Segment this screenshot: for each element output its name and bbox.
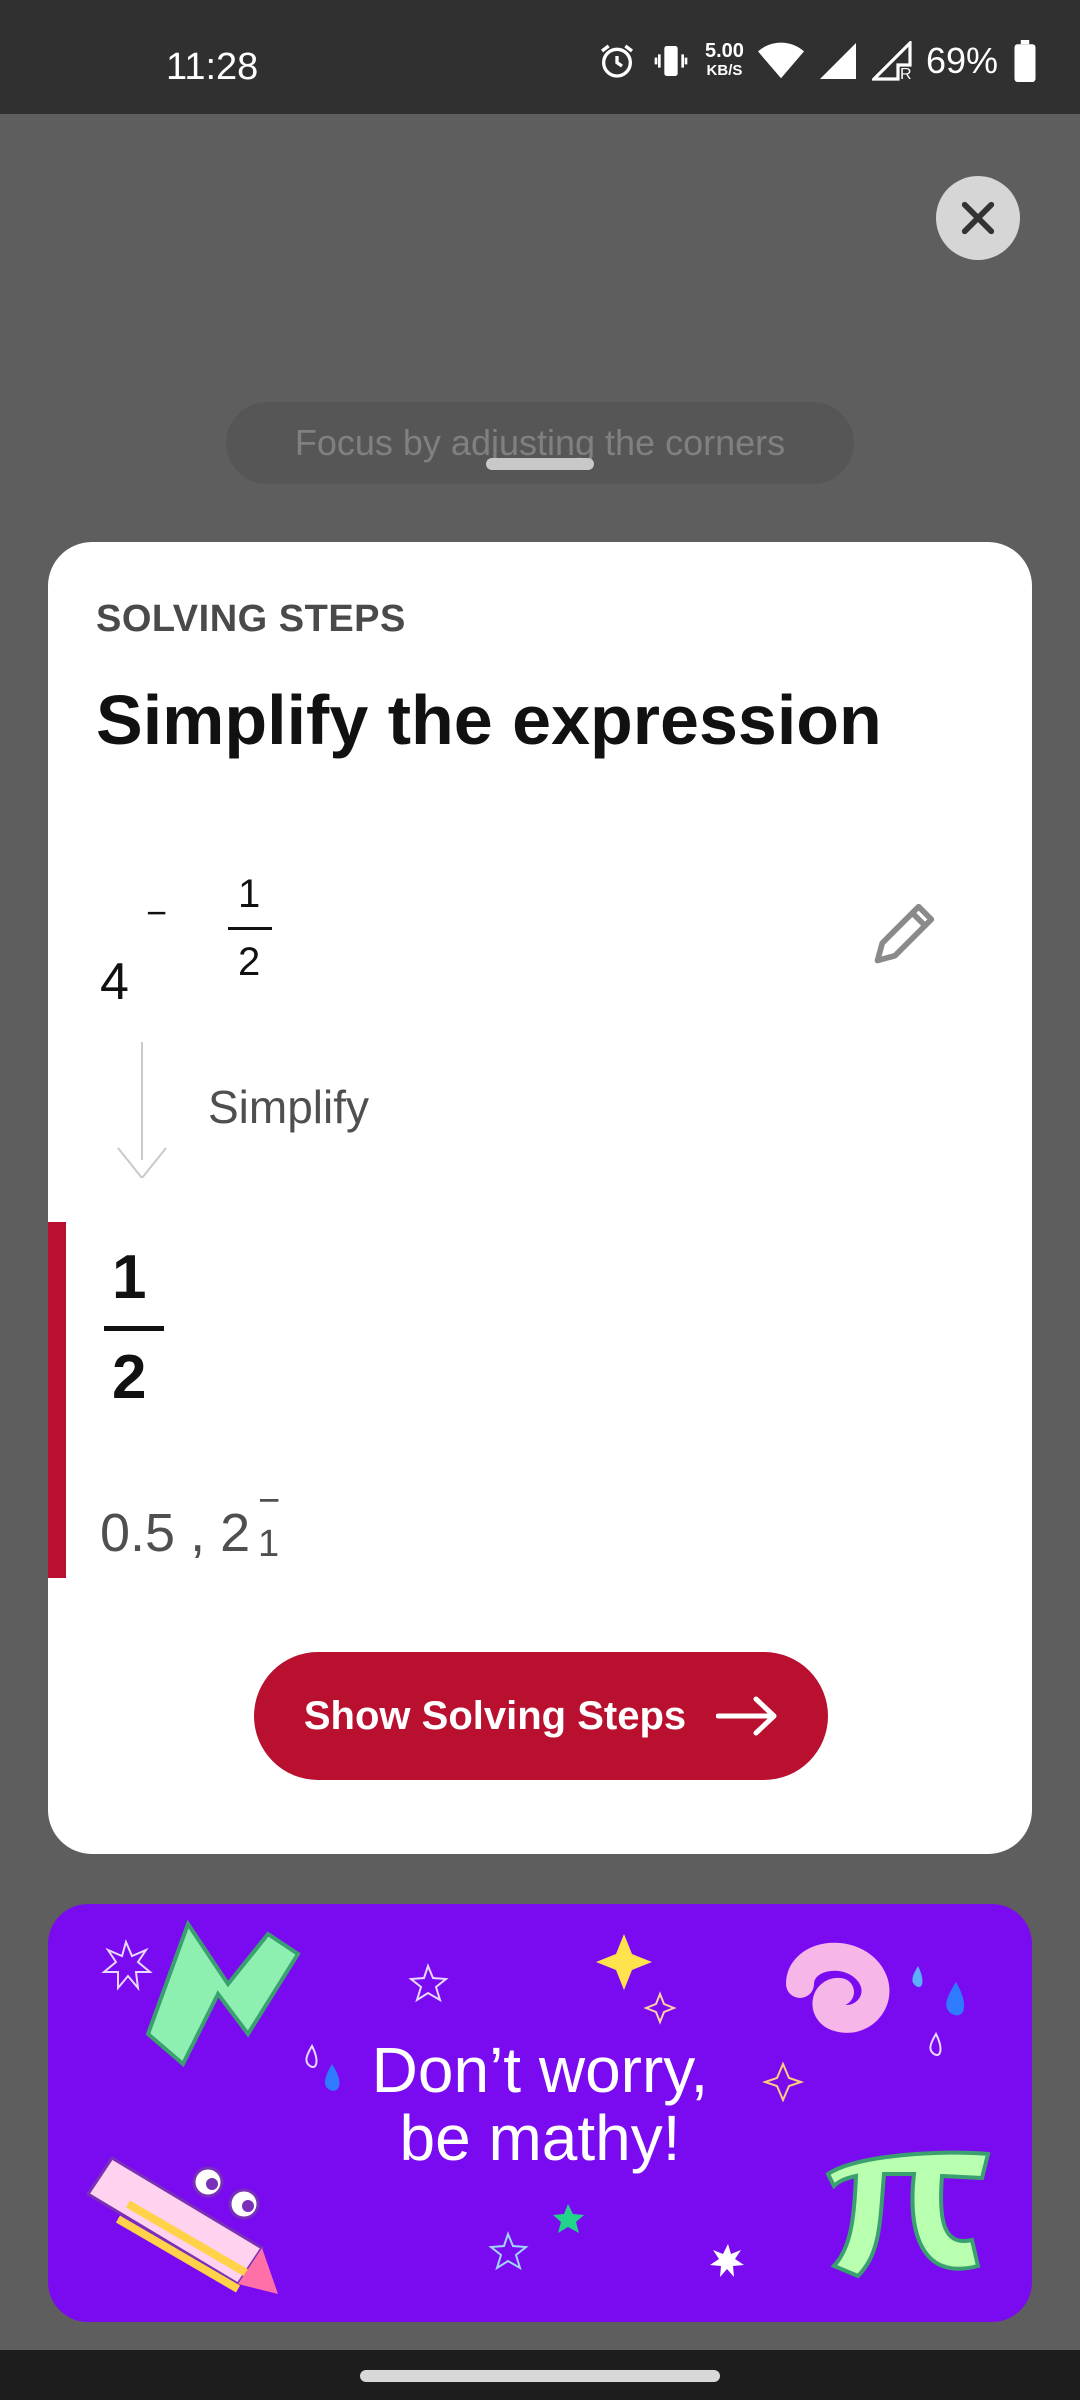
arrow-right-icon	[716, 1696, 777, 1736]
pencil-illustration	[85, 2155, 278, 2294]
result-accent-bar	[48, 1222, 66, 1578]
exponent-numerator: 1	[238, 872, 261, 916]
promo-headline-line2: be mathy!	[399, 2102, 681, 2174]
close-icon	[961, 201, 995, 235]
battery-icon	[1014, 40, 1036, 82]
exponent-denominator: 2	[238, 940, 261, 984]
battery-percent: 69%	[925, 40, 998, 81]
vibrate-icon	[654, 46, 688, 76]
small-sparkle-icon	[643, 1991, 677, 2025]
alternate-forms-text: 0.5 , 2	[100, 1503, 251, 1563]
outline-star-icon	[488, 2231, 529, 2271]
exponent-fraction-bar	[228, 927, 272, 930]
close-button[interactable]	[936, 176, 1020, 260]
net-speed-value: 5.00	[705, 40, 744, 62]
alarm-icon	[601, 44, 633, 78]
pencil-icon[interactable]	[868, 894, 944, 970]
status-bar: 11:28 5.00 KB/S R 69%	[0, 0, 1080, 114]
drop-icon	[912, 1966, 923, 1988]
burst-icon	[710, 2244, 744, 2277]
diamond-sparkle-icon	[596, 1934, 652, 1990]
status-icons: 5.00 KB/S R 69%	[597, 40, 1038, 82]
status-time: 11:28	[166, 46, 259, 88]
focus-hint: Focus by adjusting the corners	[226, 402, 854, 484]
promo-headline: Don’t worry, be mathy!	[48, 2036, 1032, 2172]
result-fraction-bar	[104, 1326, 164, 1331]
step-label: Simplify	[208, 1081, 370, 1133]
signal-icon	[819, 43, 856, 79]
green-star-icon	[553, 2204, 584, 2233]
result-denominator: 2	[112, 1343, 147, 1412]
swirl-shape	[786, 1942, 890, 2033]
svg-text:R: R	[900, 66, 912, 81]
signal-roaming-icon: R	[871, 41, 912, 81]
net-speed: 5.00 KB/S	[705, 41, 744, 81]
show-solving-steps-button[interactable]: Show Solving Steps	[254, 1652, 828, 1780]
home-gesture-pill[interactable]	[360, 2370, 720, 2382]
card-kicker: SOLVING STEPS	[96, 598, 406, 640]
screen: 11:28 5.00 KB/S R 69% Focus by adjusting…	[0, 0, 1080, 2400]
arrow-down-icon	[117, 1147, 167, 1178]
alternate-forms: 0.5 , 2 − 1	[100, 1480, 280, 1565]
result-numerator: 1	[112, 1243, 147, 1312]
exponent-sign: −	[146, 892, 168, 933]
alternate-forms-superscript: − 1	[258, 1480, 281, 1565]
sheet-drag-handle[interactable]	[486, 458, 594, 470]
promo-headline-line1: Don’t worry,	[371, 2034, 709, 2106]
solution-card: SOLVING STEPS Simplify the expression 4 …	[48, 542, 1032, 1854]
sparkle-icon	[101, 1939, 153, 1992]
expression-base: 4	[100, 953, 129, 1011]
cta-label: Show Solving Steps	[303, 1693, 687, 1738]
wifi-icon	[757, 42, 804, 79]
card-title: Simplify the expression	[96, 681, 882, 759]
input-expression: 4 − 1 2	[100, 852, 300, 1022]
net-speed-unit: KB/S	[706, 62, 743, 79]
star-icon	[408, 1963, 449, 2003]
drop-icon-2	[946, 1982, 965, 2016]
promo-banner[interactable]: Don’t worry, be mathy!	[48, 1904, 1032, 2322]
